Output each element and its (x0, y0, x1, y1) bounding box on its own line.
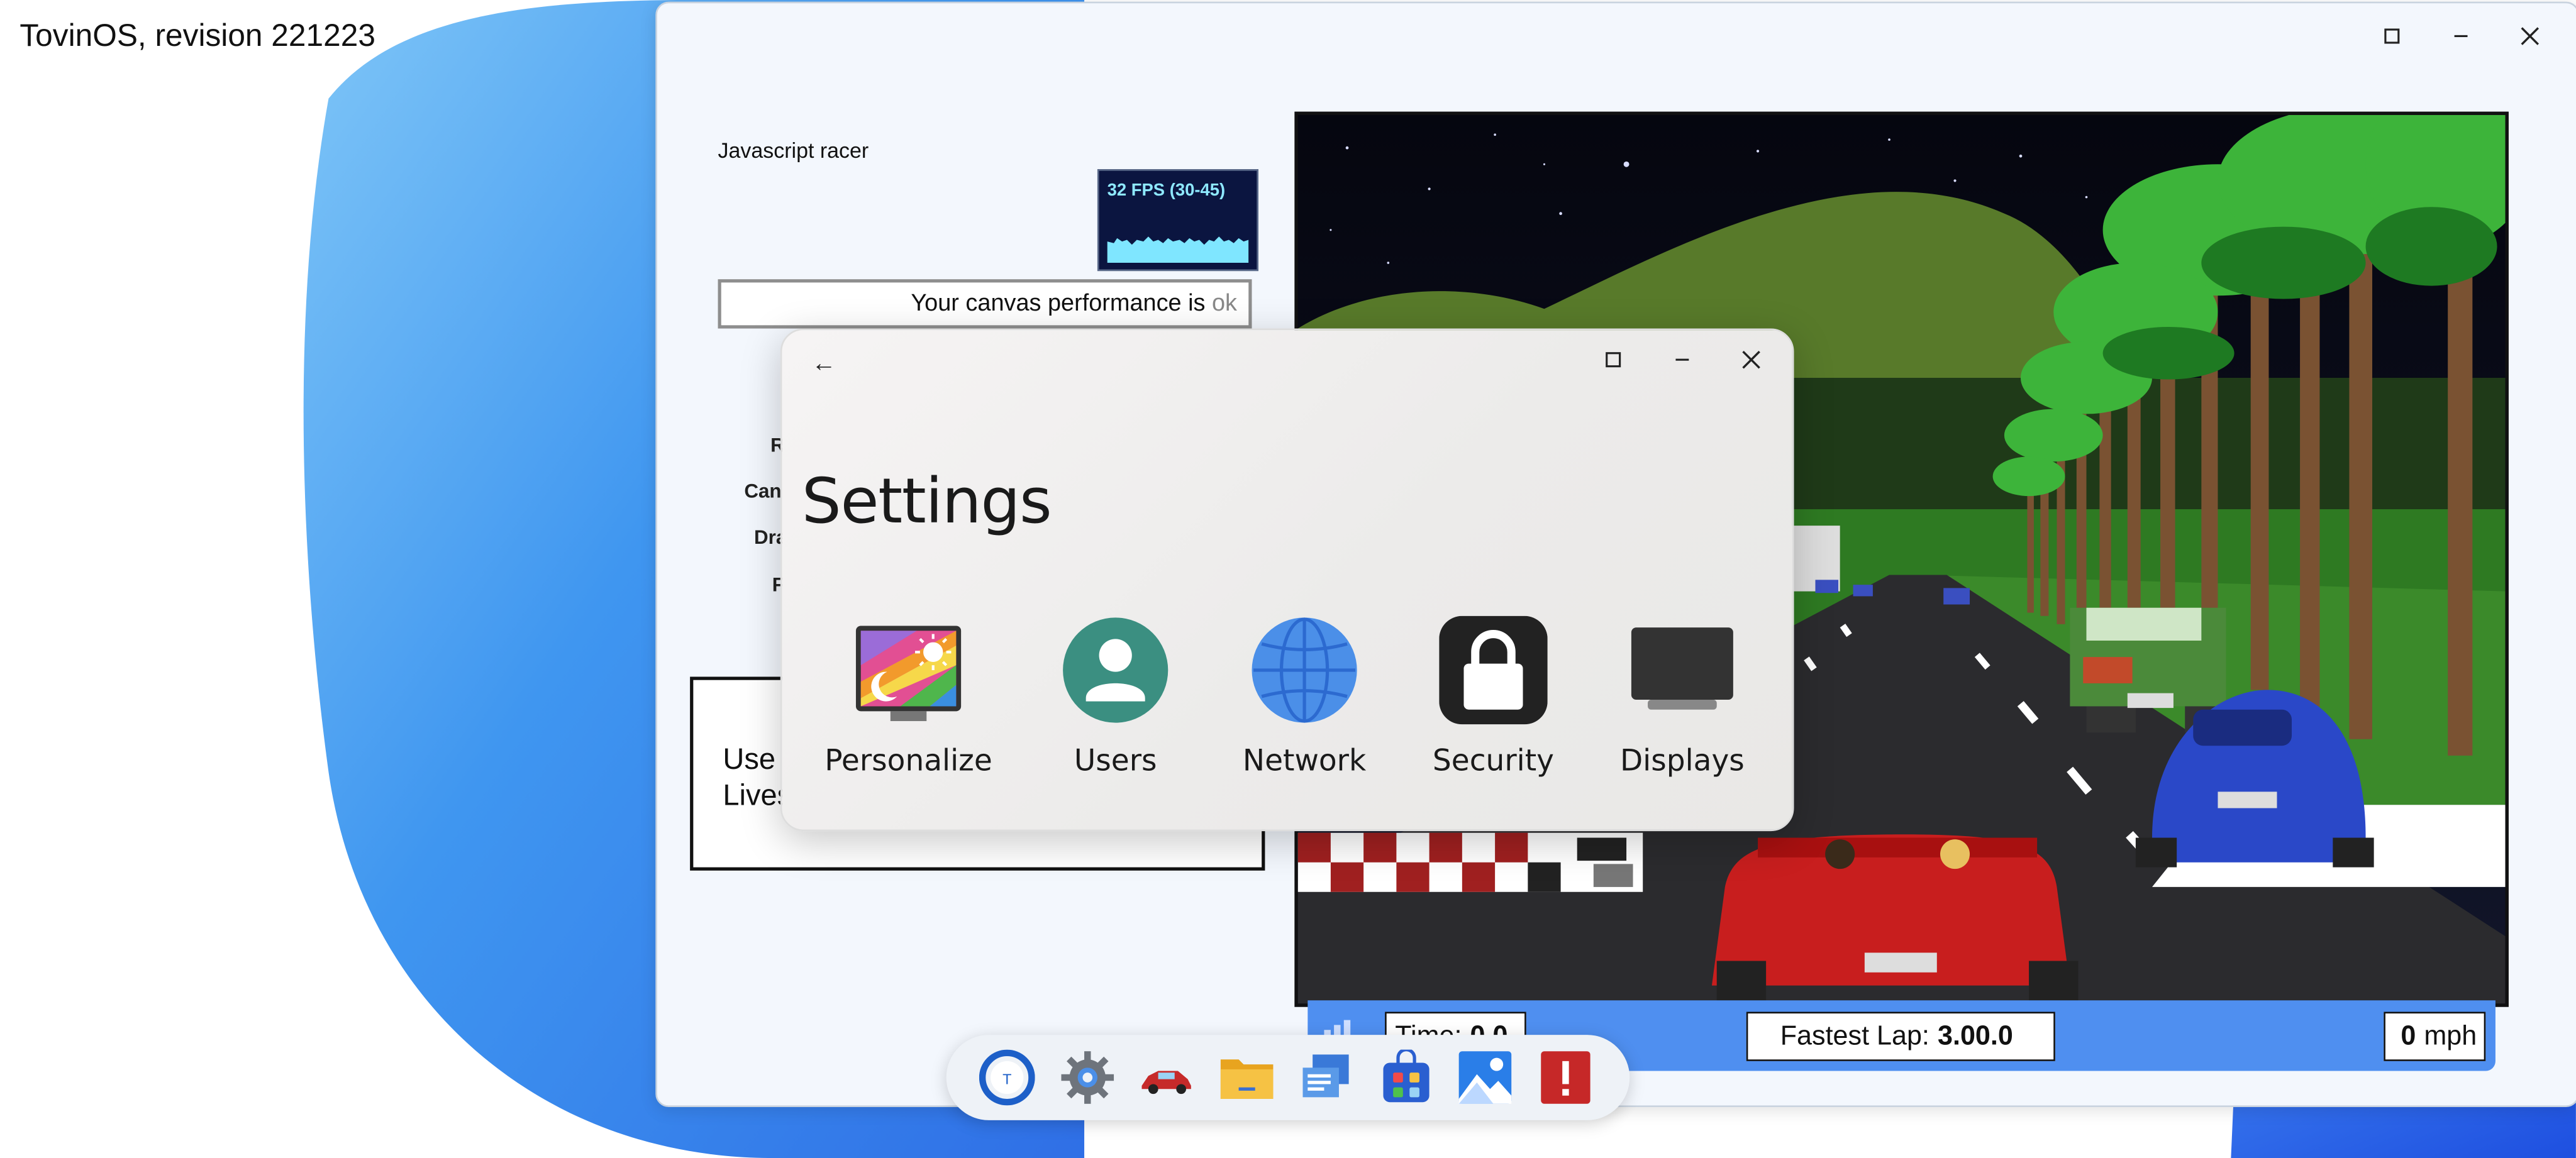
minimize-icon[interactable] (2426, 19, 2496, 52)
rumble-strip (1297, 832, 1643, 892)
racer-title: Javascript racer (718, 138, 869, 163)
user-icon (1063, 617, 1169, 723)
performance-prefix: Your canvas performance is (911, 290, 1206, 317)
fps-meter: 32 FPS (30-45) (1097, 169, 1258, 272)
settings-window-controls (1579, 343, 1785, 376)
performance-box: Your canvas performance is ok (718, 279, 1252, 329)
side-label-can: Can (744, 479, 782, 503)
settings-item-label: Personalize (824, 744, 992, 779)
settings-item-label: Security (1432, 744, 1555, 779)
speed-value: 0 (2401, 1020, 2416, 1050)
fastest-lap-box: Fastest Lap: 3.00.0 (1746, 1012, 2055, 1061)
app-store-icon[interactable] (1379, 1049, 1435, 1106)
window-controls (2358, 19, 2565, 52)
notes-icon[interactable] (1298, 1050, 1354, 1106)
close-icon[interactable] (2496, 19, 2565, 52)
settings-item-personalize[interactable]: Personalize (810, 616, 1007, 780)
speed-unit: mph (2424, 1020, 2477, 1050)
distant-car (1943, 588, 1970, 605)
lives-line-1: Use (723, 742, 775, 776)
fastest-lap-label: Fastest Lap: (1780, 1020, 1929, 1050)
os-title: TovinOS, revision 221223 (19, 19, 375, 55)
settings-item-label: Network (1242, 744, 1367, 779)
racer-car-icon[interactable] (1138, 1050, 1194, 1106)
minimize-icon[interactable] (1648, 343, 1717, 376)
distant-car (1815, 580, 1839, 593)
settings-item-label: Users (1074, 744, 1157, 779)
maximize-icon[interactable] (2358, 19, 2427, 52)
settings-title: Settings (801, 465, 1052, 538)
files-folder-icon[interactable] (1219, 1050, 1275, 1106)
settings-item-label: Displays (1619, 744, 1745, 779)
desktop: TovinOS, revision 221223 Javascript race… (0, 0, 2576, 1158)
performance-status: ok (1211, 290, 1237, 317)
fps-graph (1107, 236, 1249, 263)
stage: TovinOS, revision 221223 Javascript race… (0, 0, 2576, 1158)
settings-item-users[interactable]: Users (1017, 616, 1214, 780)
settings-item-security[interactable]: Security (1395, 615, 1592, 780)
monitor-icon (1631, 627, 1733, 710)
distant-car (1853, 585, 1873, 597)
fps-label: 32 FPS (30-45) (1107, 180, 1226, 201)
personalize-icon (855, 626, 962, 722)
tovin-launcher-icon[interactable]: T (979, 1049, 1035, 1106)
settings-item-displays[interactable]: Displays (1584, 616, 1780, 780)
settings-window[interactable]: ← Settings Personalize Users Network Sec… (780, 328, 1794, 832)
settings-gear-icon[interactable] (1060, 1050, 1116, 1106)
globe-icon (1252, 617, 1357, 723)
back-arrow-icon[interactable]: ← (811, 350, 836, 378)
fastest-lap-value: 3.00.0 (1938, 1020, 2013, 1050)
lock-icon (1439, 615, 1548, 725)
alert-icon[interactable] (1538, 1050, 1594, 1106)
svg-text:T: T (1002, 1071, 1011, 1087)
speed-box: 0 mph (2384, 1012, 2486, 1061)
settings-item-network[interactable]: Network (1206, 616, 1402, 780)
player-car (1711, 834, 2079, 1004)
taskbar: T (946, 1035, 1630, 1120)
maximize-icon[interactable] (1579, 343, 1648, 376)
close-icon[interactable] (1717, 343, 1786, 376)
photos-icon[interactable] (1457, 1050, 1513, 1106)
